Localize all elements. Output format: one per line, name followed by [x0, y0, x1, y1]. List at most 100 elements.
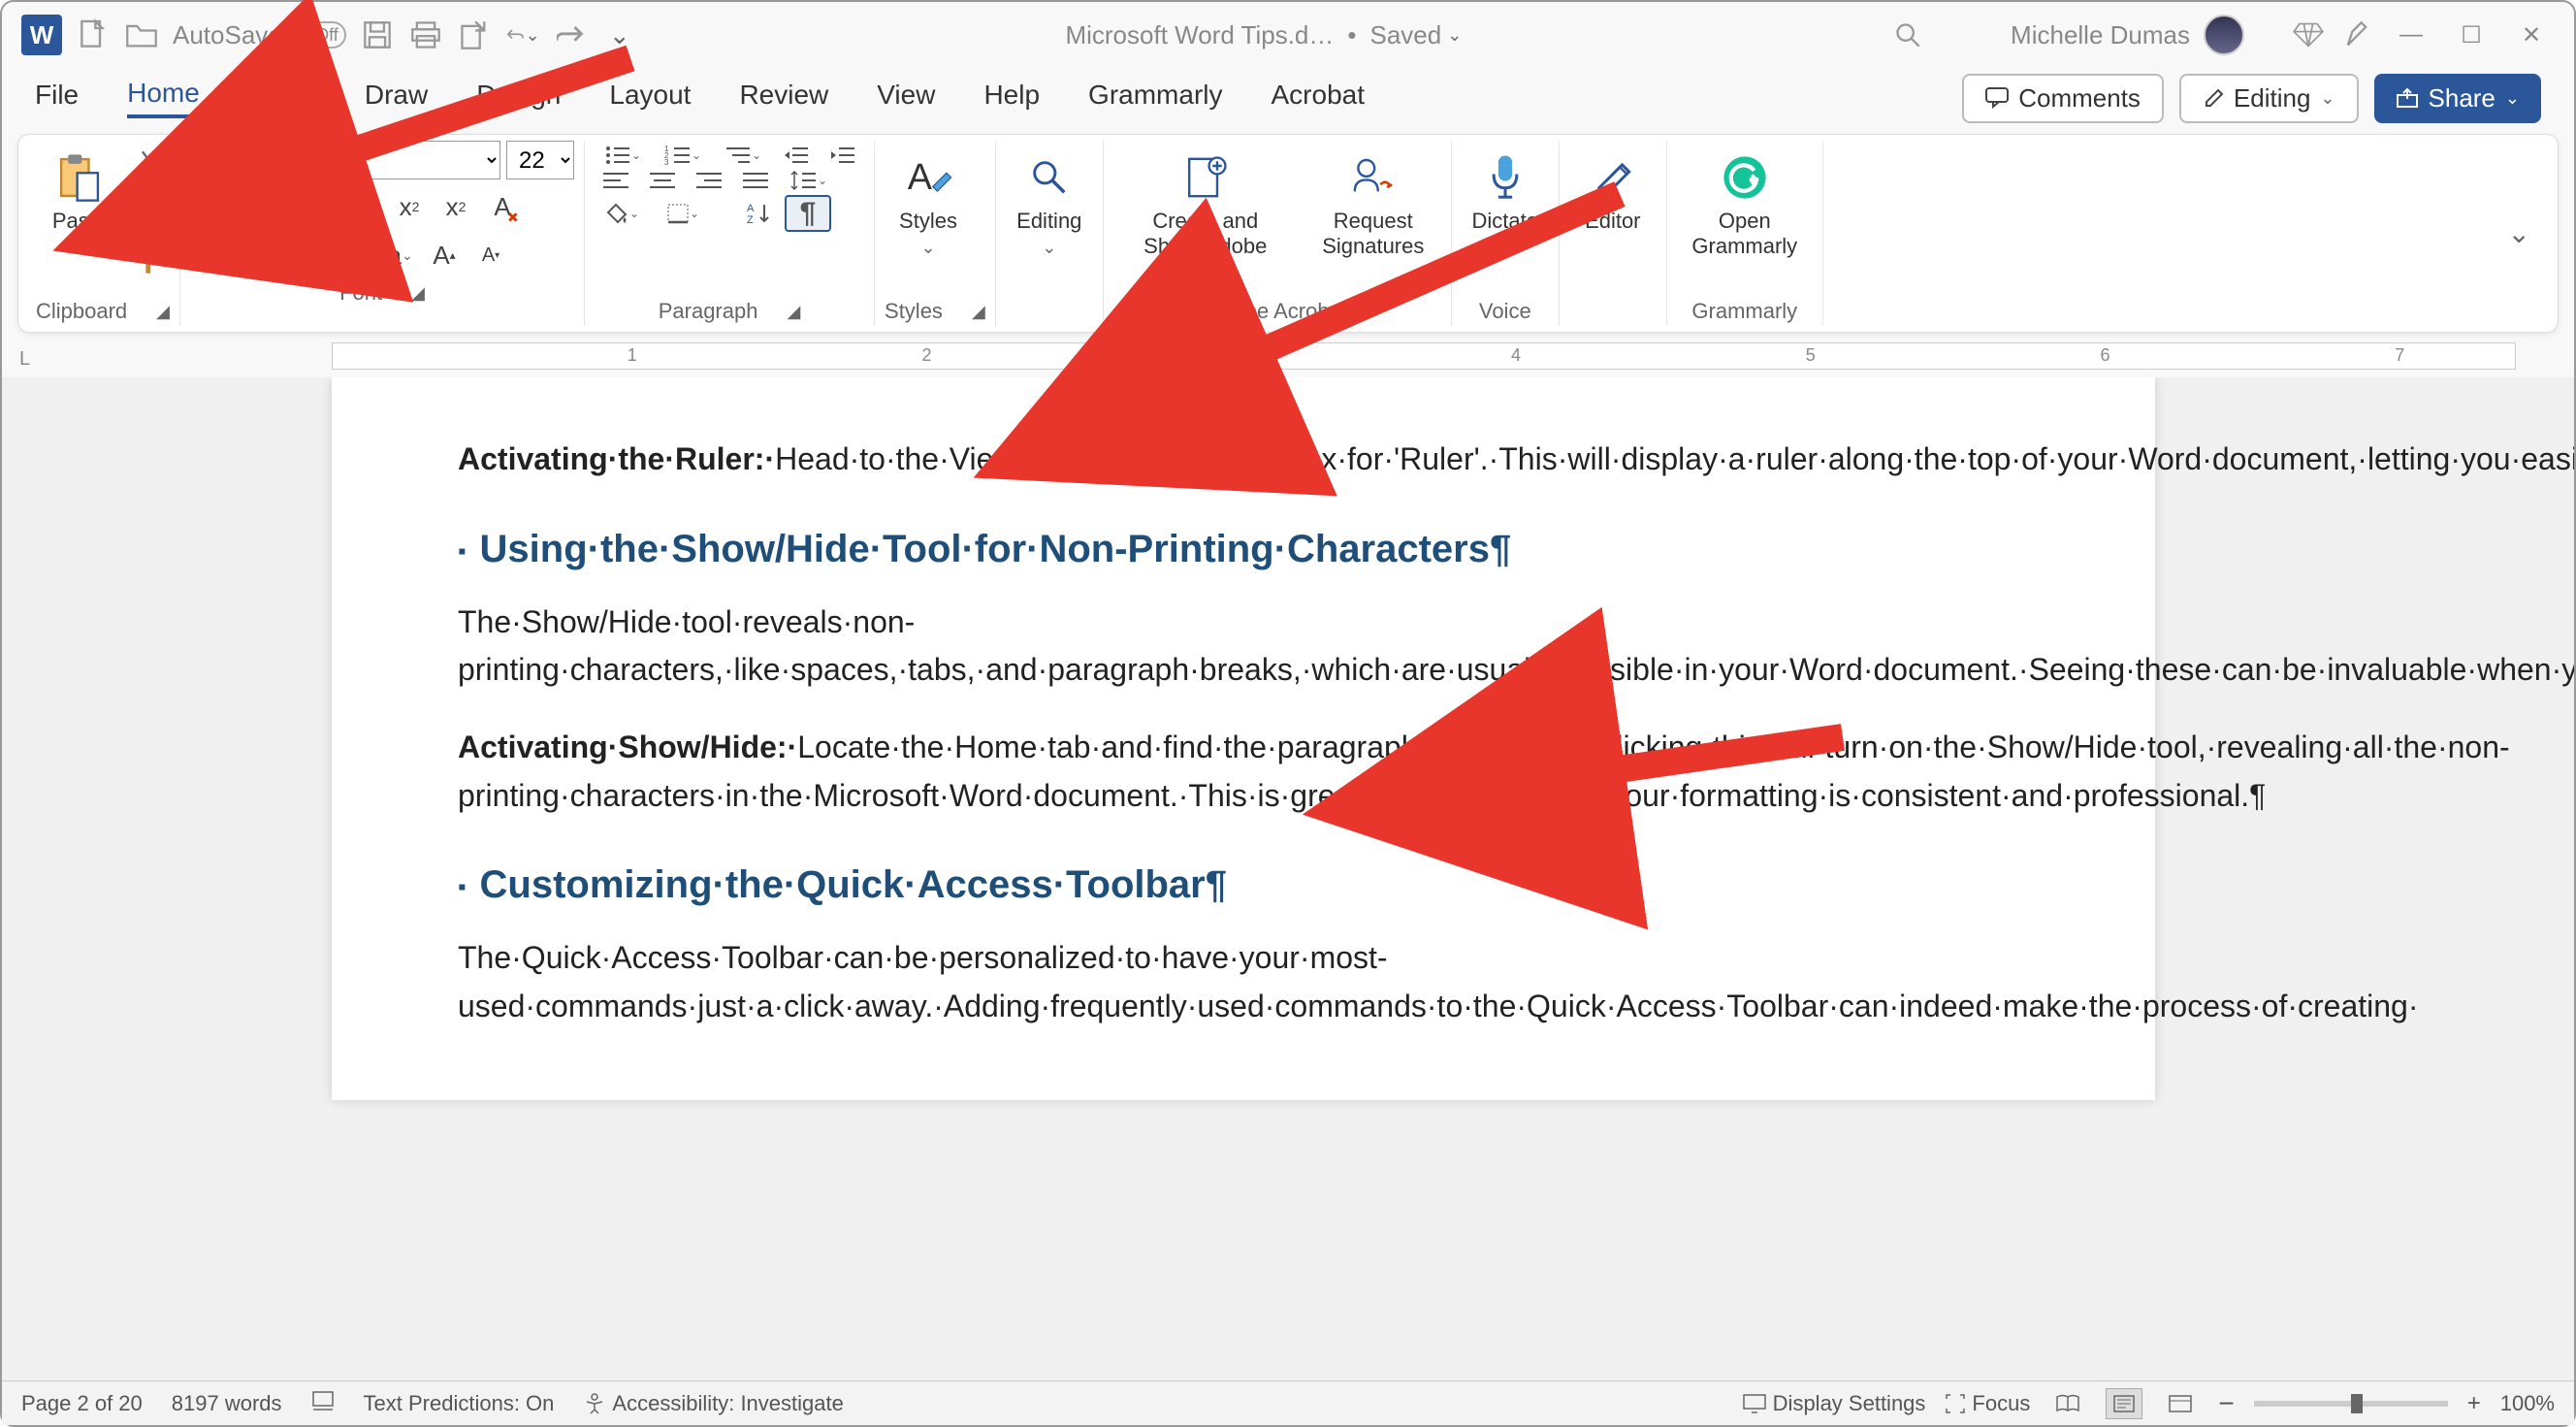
- superscript-button[interactable]: x2: [435, 185, 477, 228]
- highlight-button[interactable]: ⌄: [248, 234, 303, 276]
- strikethrough-button[interactable]: ab: [341, 185, 384, 228]
- format-painter-icon[interactable]: [131, 242, 170, 280]
- tab-design[interactable]: Design: [476, 80, 561, 116]
- print-icon[interactable]: [408, 17, 443, 52]
- line-spacing-button[interactable]: ⌄: [781, 170, 837, 191]
- tab-draw[interactable]: Draw: [365, 80, 428, 116]
- decrease-indent-button[interactable]: [775, 145, 818, 166]
- maximize-button[interactable]: ☐: [2448, 12, 2495, 58]
- view-print-layout[interactable]: [2106, 1388, 2142, 1419]
- text-effects-button[interactable]: A⌄: [190, 234, 244, 276]
- underline-button[interactable]: U⌄: [283, 185, 338, 228]
- status-words[interactable]: 8197 words: [172, 1391, 282, 1416]
- styles-dialog-launcher[interactable]: ◢: [972, 302, 985, 322]
- status-display-settings[interactable]: Display Settings: [1742, 1391, 1926, 1416]
- share-button[interactable]: Share⌄: [2374, 74, 2541, 123]
- tab-layout[interactable]: Layout: [609, 80, 691, 116]
- view-read-mode[interactable]: [2049, 1388, 2086, 1419]
- user-name[interactable]: Michelle Dumas: [2011, 20, 2190, 50]
- italic-button[interactable]: I: [237, 185, 279, 228]
- search-icon[interactable]: [1890, 17, 1925, 52]
- comments-button[interactable]: Comments: [1962, 74, 2164, 123]
- undo-icon[interactable]: ⌄: [505, 17, 540, 52]
- close-button[interactable]: ✕: [2508, 12, 2555, 58]
- align-center-button[interactable]: [641, 170, 684, 191]
- open-folder-icon[interactable]: [124, 17, 159, 52]
- font-size-select[interactable]: 22: [506, 141, 574, 179]
- view-web-layout[interactable]: [2162, 1388, 2199, 1419]
- show-hide-button[interactable]: ¶: [785, 195, 831, 232]
- increase-indent-button[interactable]: [821, 145, 864, 166]
- tab-home[interactable]: Home: [127, 78, 200, 118]
- font-name-select[interactable]: Calibri (Body): [190, 141, 500, 179]
- request-signatures-button[interactable]: Request Signatures: [1305, 145, 1441, 266]
- shrink-font-button[interactable]: A▾: [469, 234, 512, 276]
- status-language-icon[interactable]: [311, 1390, 335, 1417]
- save-icon[interactable]: [360, 17, 395, 52]
- multilevel-list-button[interactable]: ⌄: [715, 145, 771, 166]
- document-title[interactable]: Microsoft Word Tips.d…: [1065, 20, 1334, 50]
- paste-button[interactable]: Paste ⌄: [36, 145, 123, 264]
- zoom-out-button[interactable]: −: [2218, 1388, 2234, 1419]
- justify-button[interactable]: [734, 170, 777, 191]
- status-focus[interactable]: Focus: [1945, 1391, 2030, 1416]
- export-icon[interactable]: [457, 17, 492, 52]
- zoom-in-button[interactable]: +: [2467, 1390, 2481, 1417]
- document-area[interactable]: Activating·the·Ruler:·Head·to·the·View·t…: [2, 377, 2574, 1380]
- editor-button[interactable]: Editor: [1569, 145, 1657, 240]
- editing-group-button[interactable]: Editing ⌄: [1006, 145, 1093, 264]
- word-app-icon: W: [21, 15, 62, 55]
- dictate-button[interactable]: Dictate ⌄: [1462, 145, 1549, 264]
- grammarly-group-label: Grammarly: [1691, 299, 1797, 324]
- qat-customize-icon[interactable]: ⌄: [602, 17, 637, 52]
- adobe-group-label: Adobe Acrobat: [1208, 299, 1347, 324]
- clipboard-dialog-launcher[interactable]: ◢: [156, 302, 170, 322]
- bold-button[interactable]: B: [190, 185, 233, 228]
- user-avatar[interactable]: [2204, 15, 2244, 55]
- create-pdf-button[interactable]: Create and Share Adobe PDF: [1113, 145, 1298, 291]
- zoom-level[interactable]: 100%: [2500, 1391, 2555, 1416]
- editing-mode-button[interactable]: Editing⌄: [2179, 74, 2359, 123]
- align-right-button[interactable]: [688, 170, 730, 191]
- cut-icon[interactable]: [131, 145, 170, 183]
- ribbon-collapse-button[interactable]: ⌄: [2489, 217, 2550, 249]
- sort-button[interactable]: AZ: [738, 195, 781, 232]
- ruler[interactable]: L 1 2 3 4 5 6 7: [2, 342, 2574, 377]
- heading-show-hide: Using·the·Show/Hide·Tool·for·Non-Printin…: [480, 528, 1512, 570]
- pen-icon[interactable]: [2339, 17, 2374, 52]
- styles-button[interactable]: A Styles ⌄: [885, 145, 972, 264]
- grow-font-button[interactable]: A▴: [423, 234, 466, 276]
- status-page[interactable]: Page 2 of 20: [21, 1391, 143, 1416]
- shading-button[interactable]: ⌄: [595, 195, 651, 232]
- bullets-button[interactable]: ⌄: [595, 145, 651, 166]
- autosave-toggle[interactable]: AutoSave Off: [173, 20, 346, 50]
- paragraph-dialog-launcher[interactable]: ◢: [787, 302, 800, 322]
- change-case-button[interactable]: Aa⌄: [365, 234, 419, 276]
- tab-view[interactable]: View: [877, 80, 935, 116]
- open-grammarly-button[interactable]: Open Grammarly: [1677, 145, 1813, 266]
- redo-icon[interactable]: [554, 17, 589, 52]
- tab-acrobat[interactable]: Acrobat: [1272, 80, 1366, 116]
- zoom-slider[interactable]: [2254, 1401, 2448, 1407]
- tab-help[interactable]: Help: [983, 80, 1040, 116]
- font-color-button[interactable]: A⌄: [306, 234, 361, 276]
- tab-review[interactable]: Review: [739, 80, 828, 116]
- save-status-dropdown[interactable]: Saved ⌄: [1370, 20, 1463, 50]
- borders-button[interactable]: ⌄: [655, 195, 711, 232]
- font-dialog-launcher[interactable]: ◢: [411, 283, 425, 304]
- paragraph-group-label: Paragraph: [659, 299, 758, 324]
- status-accessibility[interactable]: Accessibility: Investigate: [583, 1391, 843, 1416]
- align-left-button[interactable]: [595, 170, 637, 191]
- diamond-icon[interactable]: [2291, 17, 2326, 52]
- status-predictions[interactable]: Text Predictions: On: [364, 1391, 555, 1416]
- subscript-button[interactable]: x2: [388, 185, 431, 228]
- new-doc-icon[interactable]: [76, 17, 111, 52]
- tab-file[interactable]: File: [35, 80, 79, 116]
- copy-icon[interactable]: [131, 193, 170, 232]
- document-page[interactable]: Activating·the·Ruler:·Head·to·the·View·t…: [332, 377, 2155, 1100]
- tab-grammarly[interactable]: Grammarly: [1088, 80, 1222, 116]
- minimize-button[interactable]: —: [2388, 12, 2434, 58]
- svg-text:A: A: [908, 157, 933, 198]
- numbering-button[interactable]: 123⌄: [655, 145, 711, 166]
- clear-formatting-button[interactable]: A✖: [481, 185, 524, 228]
